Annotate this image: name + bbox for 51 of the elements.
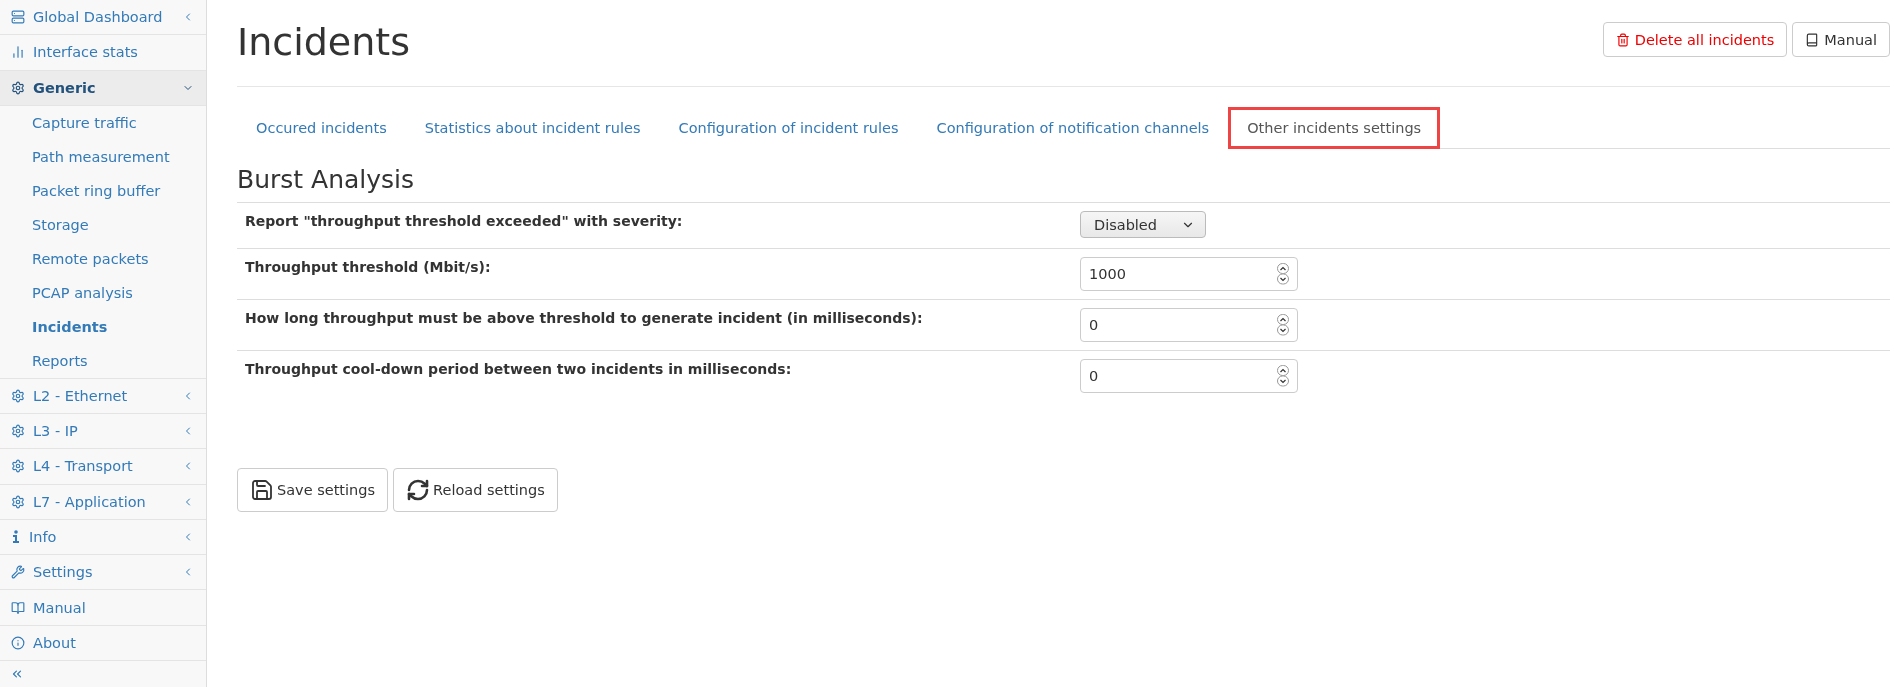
bar-chart-icon: [11, 45, 25, 60]
gear-icon: [11, 459, 25, 474]
setting-label: Throughput threshold (Mbit/s):: [245, 258, 492, 277]
sidebar-subitem[interactable]: Path measurement: [0, 139, 206, 174]
sidebar-item[interactable]: Global Dashboard: [0, 0, 206, 36]
gear-icon: [11, 388, 25, 403]
sidebar-item[interactable]: L2 - Ethernet: [0, 378, 206, 415]
gear-icon: [11, 424, 25, 439]
setting-label: Throughput cool-down period between two incidents in milliseconds:: [245, 360, 793, 379]
delete-button[interactable]: Delete all incidents: [1602, 22, 1788, 57]
book-icon: [11, 600, 25, 615]
sidebar-subitem[interactable]: PCAP analysis: [0, 275, 206, 310]
spinner-icon[interactable]: [1277, 365, 1289, 387]
number-input[interactable]: 0: [1080, 308, 1298, 342]
spinner-icon[interactable]: [1277, 314, 1289, 336]
sidebar-item[interactable]: About: [0, 625, 206, 661]
sidebar-item[interactable]: Interface stats: [0, 35, 206, 71]
severity-dropdown[interactable]: Disabled: [1080, 211, 1206, 238]
server-icon: [11, 10, 25, 25]
manual-button[interactable]: Manual: [1792, 22, 1890, 57]
sidebar-item[interactable]: L7 - Application: [0, 484, 206, 520]
save-button[interactable]: Save settings: [237, 468, 389, 512]
sidebar-subitem[interactable]: Incidents: [0, 309, 206, 344]
gear-icon: [11, 80, 25, 95]
info-icon: [11, 530, 21, 544]
refresh-icon: [406, 478, 431, 502]
sidebar-item[interactable]: Info: [0, 519, 206, 556]
trash-icon: [1615, 32, 1630, 47]
sidebar-subitem[interactable]: Storage: [0, 207, 206, 242]
setting-label: How long throughput must be above threshold to generate incident (in milliseconds):: [245, 309, 924, 328]
number-input[interactable]: 1000: [1080, 257, 1298, 291]
sidebar-subitem[interactable]: Remote packets: [0, 241, 206, 276]
book-icon: [1805, 32, 1820, 47]
wrench-icon: [11, 565, 25, 580]
sidebar-item[interactable]: Generic: [0, 70, 206, 106]
section-title: Burst Analysis: [237, 165, 416, 194]
sidebar-item[interactable]: Manual: [0, 590, 206, 626]
sidebar-item[interactable]: L4 - Transport: [0, 449, 206, 485]
number-input[interactable]: 0: [1080, 359, 1298, 393]
setting-label: Report "throughput threshold exceeded" with severity:: [245, 212, 684, 231]
sidebar-item[interactable]: L3 - IP: [0, 414, 206, 450]
info-icon: [11, 635, 25, 650]
page-title: Incidents: [237, 20, 411, 64]
sidebar-subitem[interactable]: Capture traffic: [0, 105, 206, 140]
reload-button[interactable]: Reload settings: [393, 468, 558, 512]
gear-icon: [11, 494, 25, 509]
sidebar-subitem[interactable]: Reports: [0, 343, 206, 378]
spinner-icon[interactable]: [1277, 263, 1289, 285]
sidebar-item[interactable]: Settings: [0, 555, 206, 591]
sidebar-subitem[interactable]: Packet ring buffer: [0, 173, 206, 208]
tab[interactable]: Other incidents settings: [1228, 107, 1441, 149]
